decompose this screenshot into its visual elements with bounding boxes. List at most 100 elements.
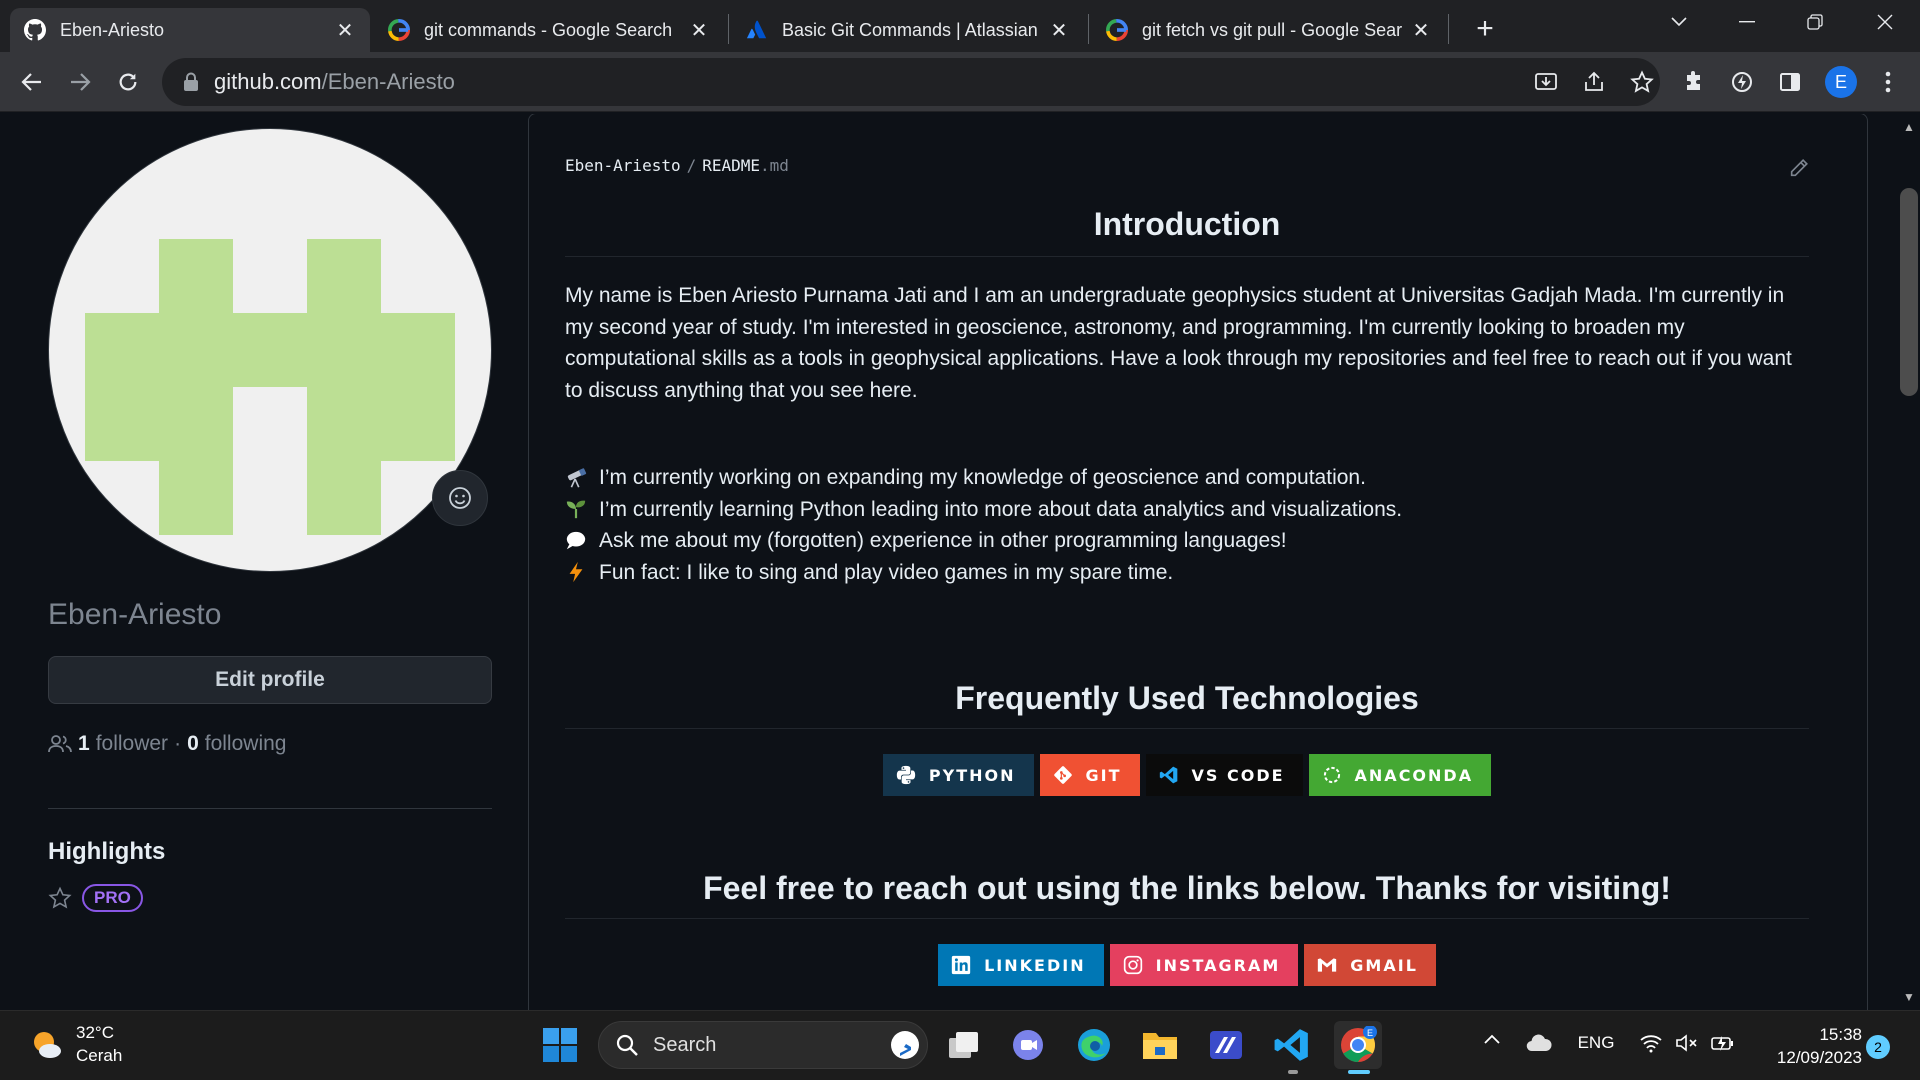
- minimize-button[interactable]: [1712, 0, 1782, 44]
- git-badge[interactable]: GIT: [1039, 754, 1140, 796]
- identicon-block: [307, 239, 381, 313]
- close-tab-icon[interactable]: ✕: [334, 19, 356, 42]
- chrome-taskbar-button[interactable]: E: [1334, 1021, 1382, 1069]
- teams-chat-button[interactable]: [1004, 1021, 1052, 1069]
- list-item: Ask me about my (forgotten) experience i…: [565, 525, 1402, 557]
- readme-path: Eben-Ariesto / README.md: [565, 156, 789, 175]
- weather-widget[interactable]: 32°C Cerah: [28, 1021, 122, 1067]
- chrome-menu-icon[interactable]: [1870, 64, 1906, 100]
- performance-icon[interactable]: [1724, 64, 1760, 100]
- svg-text:E: E: [1367, 1028, 1373, 1038]
- badge-label: INSTAGRAM: [1155, 955, 1281, 975]
- followers-count[interactable]: 1: [78, 732, 90, 756]
- tab-separator: [1448, 14, 1449, 44]
- bookmark-star-icon[interactable]: [1628, 68, 1656, 96]
- edge-icon: [1078, 1029, 1110, 1061]
- tab-search-chevron-icon[interactable]: [1644, 0, 1714, 44]
- language-indicator[interactable]: ENG: [1576, 1033, 1616, 1053]
- vscode-taskbar-button[interactable]: [1268, 1021, 1316, 1069]
- share-icon[interactable]: [1580, 68, 1608, 96]
- followers-link[interactable]: follower: [96, 732, 168, 756]
- close-tab-icon[interactable]: ✕: [1048, 19, 1070, 42]
- bing-icon[interactable]: [889, 1029, 921, 1061]
- edge-button[interactable]: [1070, 1021, 1118, 1069]
- instagram-badge[interactable]: INSTAGRAM: [1109, 944, 1299, 986]
- tab-title: git fetch vs git pull - Google Sear: [1142, 19, 1402, 40]
- readme-owner-link[interactable]: Eben-Ariesto: [565, 156, 681, 175]
- lock-icon[interactable]: [182, 72, 200, 92]
- identicon-block: [85, 313, 455, 387]
- about-list: I’m currently working on expanding my kn…: [565, 462, 1402, 588]
- install-app-icon[interactable]: [1532, 68, 1560, 96]
- show-hidden-icons-chevron[interactable]: [1478, 1033, 1506, 1045]
- onedrive-icon[interactable]: [1524, 1033, 1554, 1053]
- path-separator: /: [686, 156, 697, 175]
- tab-github-profile[interactable]: Eben-Ariesto ✕: [10, 8, 370, 52]
- seedling-icon: [565, 498, 587, 520]
- system-clock[interactable]: 15:38 12/09/2023: [1756, 1023, 1862, 1069]
- scroll-up-arrow-icon[interactable]: ▲: [1900, 118, 1918, 136]
- notification-badge[interactable]: 2: [1866, 1035, 1890, 1059]
- profile-avatar[interactable]: [48, 128, 492, 572]
- tab-git-commands[interactable]: git commands - Google Search ✕: [374, 8, 724, 52]
- scroll-down-arrow-icon[interactable]: ▼: [1900, 988, 1918, 1006]
- file-explorer-button[interactable]: [1136, 1021, 1184, 1069]
- google-icon: [1106, 19, 1128, 41]
- technology-badges: PYTHON GIT VS CODE ANACONDA: [565, 754, 1809, 796]
- address-bar[interactable]: github.com/Eben-Ariesto: [162, 58, 1660, 106]
- taskbar-search-placeholder: Search: [653, 1033, 717, 1056]
- introduction-paragraph: My name is Eben Ariesto Purnama Jati and…: [565, 284, 1792, 402]
- sidebar-divider: [48, 808, 492, 809]
- set-status-button[interactable]: [432, 470, 488, 526]
- wifi-icon[interactable]: [1636, 1033, 1666, 1053]
- following-link[interactable]: following: [205, 732, 287, 756]
- readme-panel: Eben-Ariesto / README.md Introduction My n…: [528, 114, 1868, 1010]
- pen-app-icon: [1210, 1031, 1242, 1059]
- gmail-badge[interactable]: GMAIL: [1304, 944, 1436, 986]
- technologies-heading: Frequently Used Technologies: [955, 680, 1419, 716]
- speaker-muted-icon[interactable]: [1672, 1033, 1702, 1053]
- close-tab-icon[interactable]: ✕: [1410, 19, 1432, 42]
- vscode-badge[interactable]: VS CODE: [1145, 754, 1303, 796]
- task-view-button[interactable]: [940, 1021, 988, 1069]
- identicon-block: [85, 387, 159, 461]
- badge-label: PYTHON: [928, 765, 1016, 785]
- heading-rule: [565, 728, 1809, 729]
- tab-git-fetch[interactable]: git fetch vs git pull - Google Sear ✕: [1092, 8, 1446, 52]
- python-badge[interactable]: PYTHON: [882, 754, 1034, 796]
- gmail-icon: [1316, 954, 1338, 976]
- identicon-block: [307, 387, 381, 535]
- profile-avatar-button[interactable]: E: [1825, 66, 1857, 98]
- battery-charging-icon[interactable]: [1708, 1033, 1738, 1053]
- back-button[interactable]: [14, 64, 50, 100]
- tab-atlassian[interactable]: Basic Git Commands | Atlassian G ✕: [732, 8, 1084, 52]
- heading-rule: [565, 256, 1809, 257]
- pen-app-button[interactable]: [1202, 1021, 1250, 1069]
- list-item-text: I’m currently learning Python leading in…: [599, 497, 1403, 521]
- extensions-puzzle-icon[interactable]: [1676, 64, 1712, 100]
- close-tab-icon[interactable]: ✕: [688, 19, 710, 42]
- taskbar-search[interactable]: Search: [598, 1021, 928, 1069]
- close-window-button[interactable]: [1850, 0, 1920, 44]
- profile-username: Eben-Ariesto: [48, 598, 222, 631]
- follow-stats: 1 follower · 0 following: [48, 732, 286, 756]
- identicon-block: [381, 387, 455, 461]
- readme-file-link[interactable]: README: [702, 156, 760, 175]
- scrollbar-thumb[interactable]: [1900, 188, 1918, 396]
- start-button[interactable]: [536, 1021, 584, 1069]
- linkedin-icon: [950, 954, 972, 976]
- forward-button[interactable]: [62, 64, 98, 100]
- following-count[interactable]: 0: [187, 732, 199, 756]
- side-panel-icon[interactable]: [1772, 64, 1808, 100]
- edit-profile-button[interactable]: Edit profile: [48, 656, 492, 704]
- introduction-heading: Introduction: [1093, 206, 1281, 242]
- anaconda-badge[interactable]: ANACONDA: [1308, 754, 1492, 796]
- edit-readme-pencil-icon[interactable]: [1785, 154, 1813, 182]
- teams-icon: [1013, 1030, 1043, 1060]
- restore-button[interactable]: [1780, 0, 1850, 44]
- github-profile-page: Eben-Ariesto Edit profile 1 follower · 0…: [0, 114, 1895, 1010]
- reload-button[interactable]: [110, 64, 146, 100]
- new-tab-button[interactable]: +: [1468, 12, 1502, 46]
- pro-badge[interactable]: PRO: [82, 884, 143, 912]
- linkedin-badge[interactable]: LINKEDIN: [938, 944, 1104, 986]
